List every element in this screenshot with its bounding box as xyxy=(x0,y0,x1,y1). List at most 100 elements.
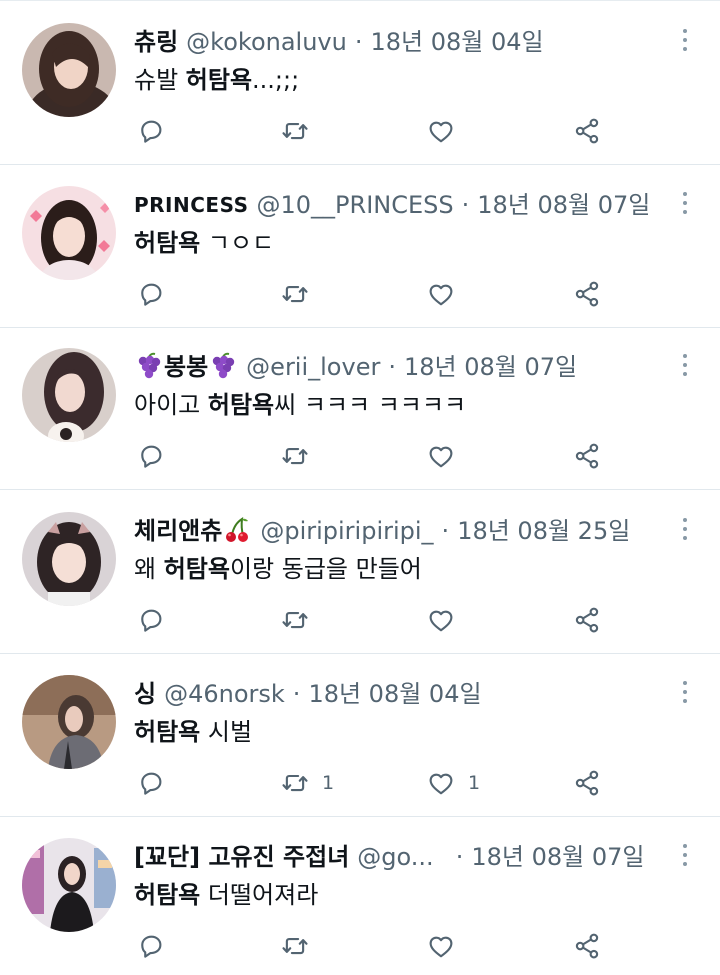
display-name[interactable]: [꾜단] 고유진 주접녀 xyxy=(134,840,349,874)
handle[interactable]: @kokonaluvu xyxy=(186,25,347,59)
more-options-button[interactable] xyxy=(678,188,692,218)
tweet-text: 허탐욕 시벌 xyxy=(134,715,690,749)
tweet-text-highlight: 허탐욕 xyxy=(163,555,230,583)
reply-button[interactable] xyxy=(136,436,178,476)
like-button[interactable] xyxy=(426,926,468,966)
share-button[interactable] xyxy=(572,926,602,966)
avatar[interactable] xyxy=(22,348,116,442)
display-name[interactable]: 싱 xyxy=(134,677,156,711)
share-button[interactable] xyxy=(572,763,602,803)
tweet[interactable]: 츄링 @kokonaluvu · 18년 08월 04일 슈발 허탐욕...;;… xyxy=(0,1,720,165)
retweet-icon xyxy=(280,116,310,146)
tweet-actions xyxy=(134,926,624,966)
tweet-text-after: 이랑 동급을 만들어 xyxy=(229,555,422,583)
tweet-actions xyxy=(134,436,624,476)
reply-button[interactable] xyxy=(136,926,178,966)
retweet-button[interactable]: 1 xyxy=(280,763,334,803)
tweet[interactable]: [꾜단] 고유진 주접녀 @go... · 18년 08월 07일 허탐욕 더떨… xyxy=(0,816,720,975)
handle[interactable]: @erii_lover xyxy=(246,350,380,384)
tweet-date[interactable]: 18년 08월 25일 xyxy=(457,514,630,548)
more-vertical-icon xyxy=(683,518,687,522)
separator-dot: · xyxy=(388,353,396,381)
more-vertical-icon xyxy=(683,192,687,196)
reply-button[interactable] xyxy=(136,763,178,803)
more-options-button[interactable] xyxy=(678,350,692,380)
tweet-date[interactable]: 18년 08월 07일 xyxy=(471,840,644,874)
separator-dot: · xyxy=(455,843,464,871)
timeline-feed: 츄링 @kokonaluvu · 18년 08월 04일 슈발 허탐욕...;;… xyxy=(0,0,720,975)
handle[interactable]: @10__PRINCESS xyxy=(257,188,454,222)
handle[interactable]: @46norsk xyxy=(164,677,285,711)
retweet-button[interactable] xyxy=(280,436,322,476)
tweet-text-highlight: 허탐욕 xyxy=(185,66,253,94)
more-options-button[interactable] xyxy=(678,514,692,544)
reply-icon xyxy=(136,931,166,961)
tweet-header: 봉봉 @erii_lover · 18년 08월 07일 xyxy=(134,350,666,384)
handle[interactable]: @piripiripiripi_ xyxy=(260,514,433,548)
tweet[interactable]: 싱 @46norsk · 18년 08월 04일 허탐욕 시벌 1 1 xyxy=(0,653,720,817)
tweet-text-highlight: 허탐욕 xyxy=(207,391,275,419)
tweet-text-after: ㄱㅇㄷ xyxy=(200,229,275,257)
display-name[interactable]: 봉봉 xyxy=(134,350,238,384)
retweet-button[interactable] xyxy=(280,274,322,314)
like-button[interactable] xyxy=(426,600,468,640)
more-options-button[interactable] xyxy=(678,25,692,55)
tweet[interactable]: PRINCESS @10__PRINCESS · 18년 08월 07일 허탐욕… xyxy=(0,164,720,328)
display-name-text: PRINCESS xyxy=(134,193,249,217)
like-button[interactable] xyxy=(426,274,468,314)
display-name[interactable]: 체리앤츄 xyxy=(134,514,252,548)
tweet-date[interactable]: 18년 08월 07일 xyxy=(404,350,577,384)
more-vertical-icon xyxy=(683,844,687,848)
display-name-text: 체리앤츄 xyxy=(134,517,223,545)
retweet-button[interactable] xyxy=(280,926,322,966)
more-options-button[interactable] xyxy=(678,677,692,707)
avatar[interactable] xyxy=(22,512,116,606)
share-button[interactable] xyxy=(572,600,602,640)
avatar[interactable] xyxy=(22,675,116,769)
retweet-button[interactable] xyxy=(280,600,322,640)
tweet-text-after: 시벌 xyxy=(200,718,253,746)
share-icon xyxy=(572,279,602,309)
retweet-icon xyxy=(280,931,310,961)
reply-button[interactable] xyxy=(136,111,178,151)
display-name[interactable]: 츄링 xyxy=(134,25,178,59)
reply-button[interactable] xyxy=(136,274,178,314)
tweet[interactable]: 체리앤츄 @piripiripiripi_ · 18년 08월 25일 왜 허탐… xyxy=(0,490,720,654)
handle[interactable]: @go... xyxy=(357,840,433,874)
tweet-actions xyxy=(134,274,624,314)
avatar[interactable] xyxy=(22,186,116,280)
like-button[interactable] xyxy=(426,111,468,151)
like-button[interactable]: 1 xyxy=(426,763,480,803)
like-button[interactable] xyxy=(426,436,468,476)
tweet-text: 슈발 허탐욕...;;; xyxy=(134,63,690,97)
tweet-actions xyxy=(134,111,624,151)
tweet-date[interactable]: 18년 08월 04일 xyxy=(370,25,543,59)
tweet[interactable]: 봉봉 @erii_lover · 18년 08월 07일 아이고 허탐욕씨 ㅋㅋ… xyxy=(0,326,720,490)
heart-icon xyxy=(426,605,456,635)
tweet-text: 왜 허탐욕이랑 동급을 만들어 xyxy=(134,552,690,586)
more-options-button[interactable] xyxy=(678,840,692,870)
tweet-text: 허탐욕 ㄱㅇㄷ xyxy=(134,226,690,260)
share-button[interactable] xyxy=(572,274,602,314)
tweet-date[interactable]: 18년 08월 04일 xyxy=(308,677,481,711)
tweet-header: 싱 @46norsk · 18년 08월 04일 xyxy=(134,677,666,711)
more-vertical-icon xyxy=(683,372,687,376)
more-vertical-icon xyxy=(683,210,687,214)
tweet-header: PRINCESS @10__PRINCESS · 18년 08월 07일 xyxy=(134,188,666,222)
more-vertical-icon xyxy=(683,862,687,866)
more-vertical-icon xyxy=(683,681,687,685)
share-button[interactable] xyxy=(572,111,602,151)
avatar[interactable] xyxy=(22,23,116,117)
display-name-text: [꾜단] 고유진 주접녀 xyxy=(134,843,350,871)
retweet-icon xyxy=(280,768,310,798)
display-name-text: 싱 xyxy=(134,680,157,708)
display-name[interactable]: PRINCESS xyxy=(134,188,249,222)
tweet-text-before: 슈발 xyxy=(134,66,186,94)
share-button[interactable] xyxy=(572,436,602,476)
more-vertical-icon xyxy=(683,47,687,51)
retweet-button[interactable] xyxy=(280,111,322,151)
avatar[interactable] xyxy=(22,838,116,932)
tweet-date[interactable]: 18년 08월 07일 xyxy=(477,188,650,222)
heart-icon xyxy=(426,279,456,309)
reply-button[interactable] xyxy=(136,600,178,640)
